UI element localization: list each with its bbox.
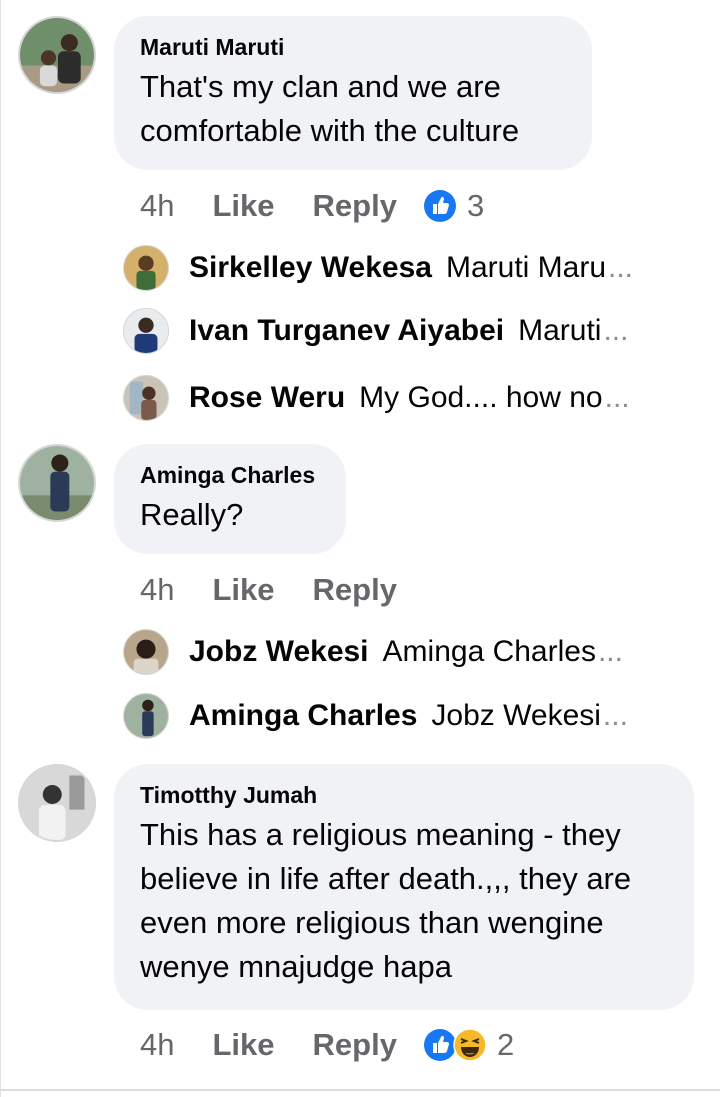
comment-actions: 4h Like Reply 3: [140, 186, 484, 226]
reply-text: Maruti Maru: [445, 251, 607, 284]
comment-text-line: even more religious than wengine: [140, 905, 604, 940]
comment-bubble: Timotthy Jumah This has a religious mean…: [114, 764, 694, 1010]
reactions-summary[interactable]: 2: [423, 1027, 514, 1063]
reply-preview[interactable]: Sirkelley Wekesa Maruti Maru ...: [123, 244, 683, 292]
reactions-summary[interactable]: 3: [423, 188, 484, 224]
reply-author[interactable]: Aminga Charles: [189, 699, 417, 733]
reply-preview[interactable]: Ivan Turganev Aiyabei Maruti ...: [123, 307, 683, 355]
reply-author[interactable]: Sirkelley Wekesa: [189, 251, 432, 285]
comment-author[interactable]: Aminga Charles: [140, 462, 320, 489]
profile-photo-icon: [124, 694, 168, 738]
reply-preview[interactable]: Rose Weru My God.... how no ...: [123, 374, 683, 422]
profile-photo-icon: [20, 766, 94, 840]
reply-ellipsis: ...: [604, 381, 630, 414]
avatar-timotthy-jumah[interactable]: [18, 764, 96, 842]
comment-timestamp[interactable]: 4h: [140, 1027, 174, 1063]
avatar-aminga-charles: [123, 693, 169, 739]
avatar-maruti-maruti[interactable]: [18, 16, 96, 94]
reply-ellipsis: ...: [608, 251, 634, 284]
comment-actions: 4h Like Reply 2: [140, 1025, 514, 1065]
comment-actions: 4h Like Reply: [140, 570, 397, 610]
reply-button[interactable]: Reply: [313, 1027, 397, 1063]
avatar-jobz-wekesi: [123, 629, 169, 675]
reply-ellipsis: ...: [597, 635, 623, 668]
comment-author[interactable]: Timotthy Jumah: [140, 782, 668, 809]
reply-ellipsis: ...: [603, 314, 629, 347]
comment-text-line: believe in life after death.,,, they are: [140, 861, 632, 896]
profile-photo-icon: [20, 446, 94, 520]
reply-preview[interactable]: Jobz Wekesi Aminga Charles ...: [123, 628, 683, 676]
like-button[interactable]: Like: [212, 572, 274, 608]
like-button[interactable]: Like: [212, 1027, 274, 1063]
reply-author[interactable]: Rose Weru: [189, 381, 345, 415]
laughing-emoji-icon: [453, 1028, 487, 1062]
comment-text-line: wenye mnajudge hapa: [140, 949, 452, 984]
reply-preview[interactable]: Aminga Charles Jobz Wekesi ...: [123, 692, 683, 740]
like-button[interactable]: Like: [212, 188, 274, 224]
reply-text: Maruti: [518, 314, 602, 347]
bottom-divider: [1, 1089, 720, 1091]
avatar-rose-weru: [123, 375, 169, 421]
comment-bubble: Maruti Maruti That's my clan and we are …: [114, 16, 592, 170]
reply-text: Aminga Charles: [382, 635, 596, 668]
like-icon: [423, 190, 456, 222]
profile-photo-icon: [124, 246, 168, 290]
comment-author[interactable]: Maruti Maruti: [140, 34, 566, 61]
profile-photo-icon: [20, 18, 94, 92]
comment-text-line: That's my clan and we are: [140, 69, 501, 104]
reply-author[interactable]: Jobz Wekesi: [189, 635, 369, 669]
reply-ellipsis: ...: [602, 699, 628, 732]
reply-text: Jobz Wekesi: [431, 699, 601, 732]
avatar-sirkelley-wekesa: [123, 245, 169, 291]
profile-photo-icon: [124, 630, 168, 674]
avatar-ivan-turganev-aiyabei: [123, 308, 169, 354]
reply-button[interactable]: Reply: [313, 572, 397, 608]
profile-photo-icon: [124, 376, 168, 420]
reaction-count: 3: [466, 188, 485, 223]
comment-bubble: Aminga Charles Really?: [114, 444, 346, 554]
avatar-aminga-charles[interactable]: [18, 444, 96, 522]
reply-author[interactable]: Ivan Turganev Aiyabei: [189, 314, 504, 348]
comment-timestamp[interactable]: 4h: [140, 188, 174, 224]
reply-text: My God.... how no: [359, 381, 603, 414]
comment-text-line: comfortable with the culture: [140, 113, 520, 148]
like-icon: [423, 1029, 456, 1061]
comment-timestamp[interactable]: 4h: [140, 572, 174, 608]
reply-button[interactable]: Reply: [313, 188, 397, 224]
comment-text-line: Really?: [140, 497, 244, 532]
profile-photo-icon: [124, 309, 168, 353]
reaction-count: 2: [496, 1027, 515, 1062]
comment-text-line: This has a religious meaning - they: [140, 817, 621, 852]
